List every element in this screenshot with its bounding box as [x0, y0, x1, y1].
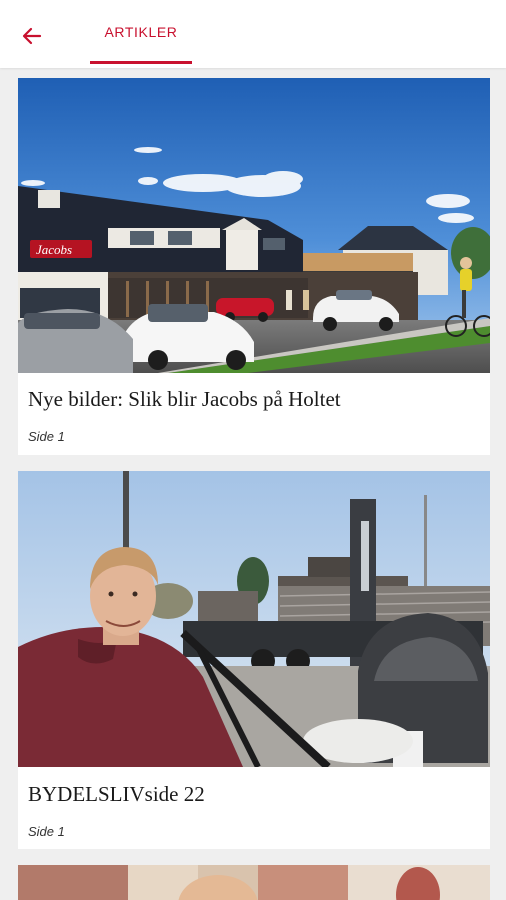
tab-artikler-label: ARTIKLER — [104, 24, 178, 40]
article-card[interactable]: BYDELSLIVside 22 Side 1 — [18, 471, 490, 849]
svg-text:Jacobs: Jacobs — [36, 242, 72, 257]
article-title: Nye bilder: Slik blir Jacobs på Holtet — [28, 387, 341, 411]
article-card[interactable]: Jacobs Nye bilder: Slik blir Jacobs på H… — [18, 78, 490, 455]
tab-indicator — [90, 61, 192, 64]
article-page: Side 1 — [28, 429, 65, 444]
arrow-left-icon — [22, 27, 42, 45]
back-button[interactable] — [16, 20, 48, 52]
app-bar: ARTIKLER — [0, 0, 506, 68]
article-card[interactable] — [18, 865, 490, 900]
article-page: Side 1 — [28, 824, 65, 839]
article-image: Jacobs — [18, 78, 490, 373]
article-image — [18, 865, 490, 900]
article-title: BYDELSLIVside 22 — [28, 782, 205, 806]
article-feed[interactable]: Jacobs Nye bilder: Slik blir Jacobs på H… — [0, 68, 506, 900]
article-image — [18, 471, 490, 767]
tab-artikler[interactable]: ARTIKLER — [90, 0, 192, 65]
